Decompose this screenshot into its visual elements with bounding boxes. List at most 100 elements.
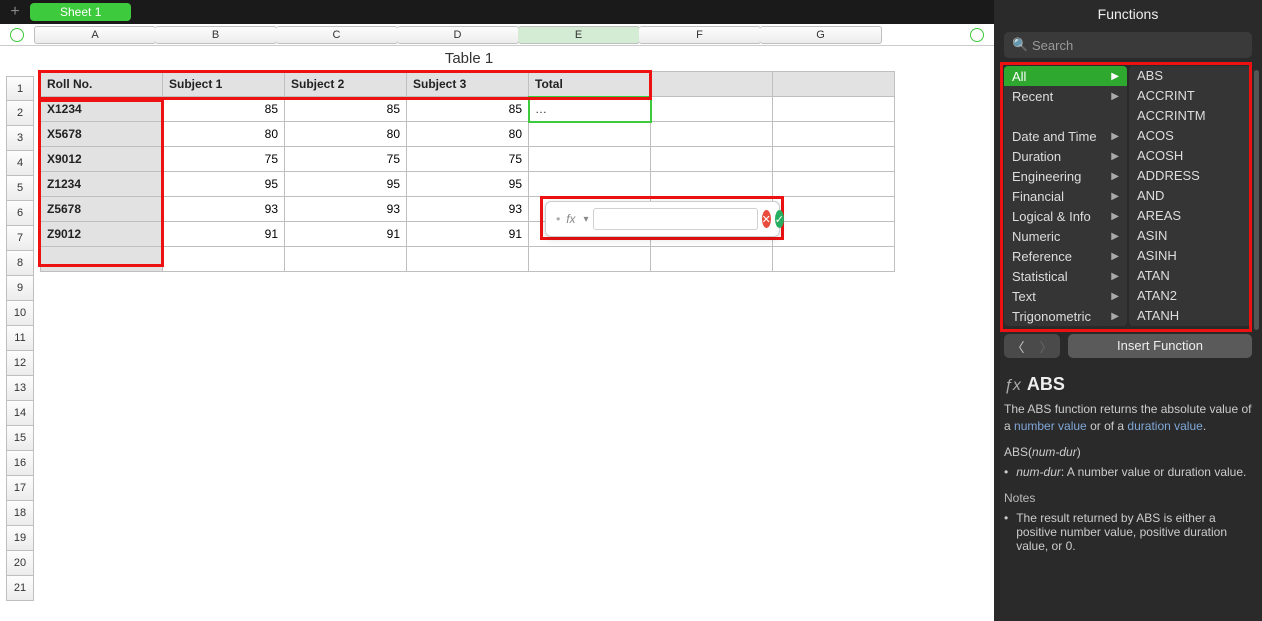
cell[interactable] xyxy=(41,247,163,272)
column-header-F[interactable]: F xyxy=(639,26,761,44)
function-item[interactable]: ABS xyxy=(1129,66,1252,86)
cell[interactable]: X5678 xyxy=(41,122,163,147)
cell[interactable] xyxy=(407,247,529,272)
function-item[interactable]: ASIN xyxy=(1129,226,1252,246)
cell[interactable] xyxy=(529,122,651,147)
cell-selected[interactable]: … xyxy=(529,97,651,122)
cell[interactable] xyxy=(773,97,895,122)
cell[interactable]: 93 xyxy=(407,197,529,222)
row-header[interactable]: 11 xyxy=(6,326,34,351)
row-header[interactable]: 20 xyxy=(6,551,34,576)
table-title[interactable]: Table 1 xyxy=(40,50,898,67)
row-start-handle[interactable] xyxy=(10,28,24,42)
cell[interactable] xyxy=(651,172,773,197)
add-sheet-button[interactable]: + xyxy=(6,3,24,21)
category-item[interactable]: Recent▶ xyxy=(1004,86,1127,106)
row-header[interactable]: 6 xyxy=(6,201,34,226)
function-item[interactable]: ATAN2 xyxy=(1129,286,1252,306)
cell[interactable]: 95 xyxy=(285,172,407,197)
cell[interactable]: 95 xyxy=(407,172,529,197)
cell[interactable] xyxy=(773,222,895,247)
cell[interactable] xyxy=(773,172,895,197)
category-item[interactable]: Engineering▶ xyxy=(1004,166,1127,186)
cell[interactable]: 75 xyxy=(407,147,529,172)
category-item[interactable]: Trigonometric▶ xyxy=(1004,306,1127,326)
cell[interactable] xyxy=(163,247,285,272)
cell[interactable] xyxy=(773,197,895,222)
row-header[interactable]: 17 xyxy=(6,476,34,501)
cell[interactable]: 85 xyxy=(163,97,285,122)
category-item[interactable]: Financial▶ xyxy=(1004,186,1127,206)
formula-cancel-button[interactable]: ✕ xyxy=(762,210,771,228)
function-item[interactable]: ATANH xyxy=(1129,306,1252,326)
function-item[interactable]: ASINH xyxy=(1129,246,1252,266)
cell[interactable]: 80 xyxy=(407,122,529,147)
cell[interactable]: X9012 xyxy=(41,147,163,172)
header-cell[interactable]: Subject 1 xyxy=(163,72,285,97)
header-cell[interactable] xyxy=(651,72,773,97)
function-item[interactable]: ADDRESS xyxy=(1129,166,1252,186)
function-item[interactable]: ACCRINTM xyxy=(1129,106,1252,126)
cell[interactable]: 93 xyxy=(285,197,407,222)
row-end-handle[interactable] xyxy=(970,28,984,42)
insert-function-button[interactable]: Insert Function xyxy=(1068,334,1252,358)
function-item[interactable]: ATAN xyxy=(1129,266,1252,286)
row-header[interactable]: 5 xyxy=(6,176,34,201)
cell[interactable]: 80 xyxy=(163,122,285,147)
cell[interactable]: 91 xyxy=(407,222,529,247)
cell[interactable]: 85 xyxy=(407,97,529,122)
header-cell[interactable]: Total xyxy=(529,72,651,97)
row-header[interactable]: 4 xyxy=(6,151,34,176)
category-item[interactable]: Statistical▶ xyxy=(1004,266,1127,286)
function-item[interactable]: ACCRINT xyxy=(1129,86,1252,106)
row-header[interactable]: 13 xyxy=(6,376,34,401)
category-item[interactable]: Logical & Info▶ xyxy=(1004,206,1127,226)
function-category-list[interactable]: All▶ Recent▶ Date and Time▶ Duration▶ En… xyxy=(1004,66,1127,326)
cell[interactable]: Z5678 xyxy=(41,197,163,222)
row-header[interactable]: 16 xyxy=(6,451,34,476)
cell[interactable] xyxy=(773,122,895,147)
function-item[interactable]: AREAS xyxy=(1129,206,1252,226)
fx-dropdown-icon[interactable]: ▾ xyxy=(584,214,589,225)
cell[interactable] xyxy=(529,247,651,272)
cell[interactable] xyxy=(651,122,773,147)
category-item[interactable]: All▶ xyxy=(1004,66,1127,86)
cell[interactable]: 85 xyxy=(285,97,407,122)
cell[interactable] xyxy=(285,247,407,272)
function-item[interactable]: ACOS xyxy=(1129,126,1252,146)
column-header-G[interactable]: G xyxy=(760,26,882,44)
nav-forward-button[interactable]: 〉 xyxy=(1032,334,1060,358)
cell[interactable] xyxy=(651,147,773,172)
row-header[interactable]: 7 xyxy=(6,226,34,251)
function-search-input[interactable] xyxy=(1004,32,1252,58)
category-item[interactable]: Text▶ xyxy=(1004,286,1127,306)
row-header[interactable]: 18 xyxy=(6,501,34,526)
column-header-A[interactable]: A xyxy=(34,26,156,44)
header-cell[interactable]: Roll No. xyxy=(41,72,163,97)
scrollbar[interactable] xyxy=(1254,70,1259,330)
cell[interactable]: Z1234 xyxy=(41,172,163,197)
cell[interactable]: 95 xyxy=(163,172,285,197)
category-item[interactable]: Numeric▶ xyxy=(1004,226,1127,246)
cell[interactable] xyxy=(529,172,651,197)
category-item[interactable] xyxy=(1004,106,1127,126)
nav-back-button[interactable]: 〈 xyxy=(1004,334,1032,358)
row-header[interactable]: 10 xyxy=(6,301,34,326)
cell[interactable]: X1234 xyxy=(41,97,163,122)
function-item[interactable]: AND xyxy=(1129,186,1252,206)
function-item[interactable]: ACOSH xyxy=(1129,146,1252,166)
column-header-D[interactable]: D xyxy=(397,26,519,44)
row-header[interactable]: 1 xyxy=(6,76,34,101)
cell[interactable]: Z9012 xyxy=(41,222,163,247)
category-item[interactable]: Date and Time▶ xyxy=(1004,126,1127,146)
row-header[interactable]: 8 xyxy=(6,251,34,276)
row-header[interactable]: 15 xyxy=(6,426,34,451)
category-item[interactable]: Duration▶ xyxy=(1004,146,1127,166)
category-item[interactable]: Reference▶ xyxy=(1004,246,1127,266)
header-cell[interactable]: Subject 3 xyxy=(407,72,529,97)
cell[interactable] xyxy=(651,247,773,272)
cell[interactable]: 80 xyxy=(285,122,407,147)
row-header[interactable]: 12 xyxy=(6,351,34,376)
cell[interactable] xyxy=(529,147,651,172)
cell[interactable]: 91 xyxy=(163,222,285,247)
